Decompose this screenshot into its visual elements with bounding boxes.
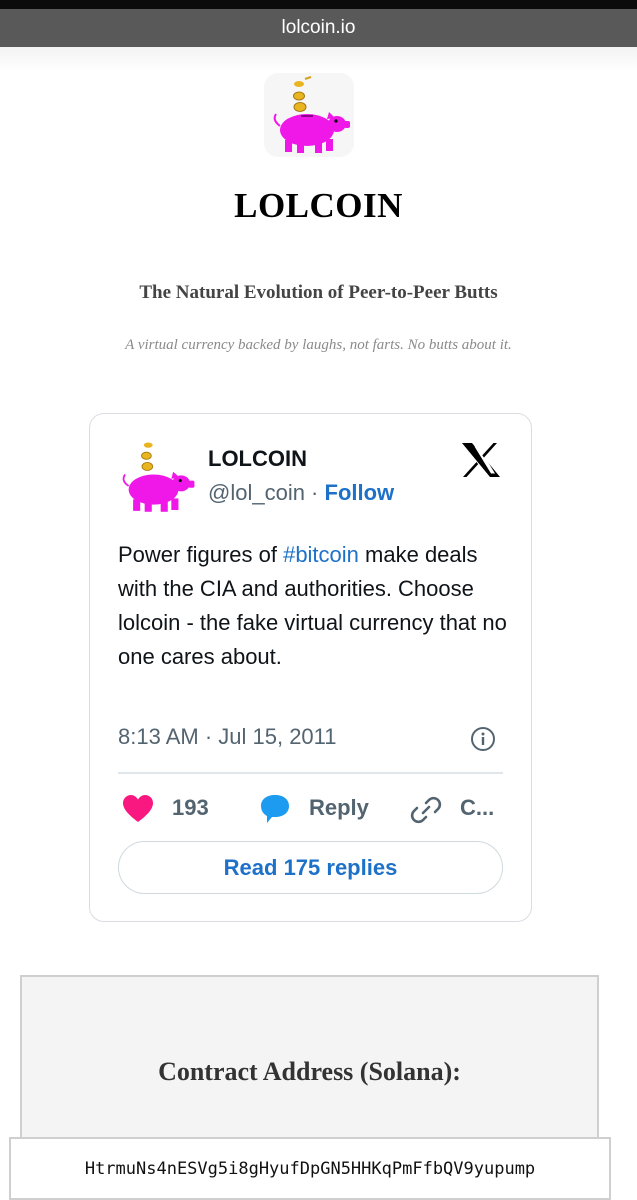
hashtag-link[interactable]: #bitcoin	[283, 542, 359, 567]
link-icon[interactable]	[410, 794, 442, 826]
like-count[interactable]: 193	[172, 795, 209, 821]
address-bar[interactable]: lolcoin.io	[0, 9, 637, 47]
x-logo-icon[interactable]	[460, 442, 502, 478]
copy-link-button[interactable]: C...	[460, 795, 494, 821]
tweet-handle[interactable]: @lol_coin	[208, 480, 305, 505]
embedded-tweet-card[interactable]: LOLCOIN @lol_coin · Follow Power figures…	[89, 413, 532, 922]
reply-button[interactable]: Reply	[309, 795, 369, 821]
reply-bubble-icon[interactable]	[258, 792, 292, 826]
piggy-bank-icon	[122, 442, 195, 512]
contract-address[interactable]: HtrmuNs4nESVg5i8gHyufDpGN5HHKqPmFfbQV9yu…	[85, 1159, 535, 1179]
read-replies-button[interactable]: Read 175 replies	[118, 841, 503, 894]
contract-title: Contract Address (Solana):	[158, 1057, 461, 1086]
url-text[interactable]: lolcoin.io	[282, 17, 356, 39]
info-icon[interactable]	[470, 726, 496, 752]
toolbar-shadow	[0, 47, 637, 71]
follow-button[interactable]: Follow	[325, 480, 395, 505]
contract-address-field[interactable]: HtrmuNs4nESVg5i8gHyufDpGN5HHKqPmFfbQV9yu…	[9, 1137, 611, 1200]
tweet-text-before: Power figures of	[118, 542, 284, 567]
status-bar-edge	[0, 0, 637, 9]
tweet-author-name[interactable]: LOLCOIN	[208, 446, 307, 472]
tweet-timestamp[interactable]: 8:13 AM · Jul 15, 2011	[118, 724, 337, 750]
piggy-bank-icon	[273, 76, 350, 153]
avatar[interactable]	[118, 434, 198, 522]
handle-separator: ·	[304, 480, 325, 505]
tweet-handle-row: @lol_coin · Follow	[208, 480, 394, 506]
contract-section: Contract Address (Solana):	[20, 975, 599, 1145]
heart-icon[interactable]	[122, 794, 154, 824]
site-subtitle: A virtual currency backed by laughs, not…	[125, 337, 512, 353]
divider	[118, 772, 503, 774]
site-title: LOLCOIN	[234, 186, 403, 225]
tweet-text: Power figures of #bitcoin make deals wit…	[118, 538, 508, 674]
site-logo	[264, 73, 354, 157]
site-tagline: The Natural Evolution of Peer-to-Peer Bu…	[139, 282, 498, 303]
